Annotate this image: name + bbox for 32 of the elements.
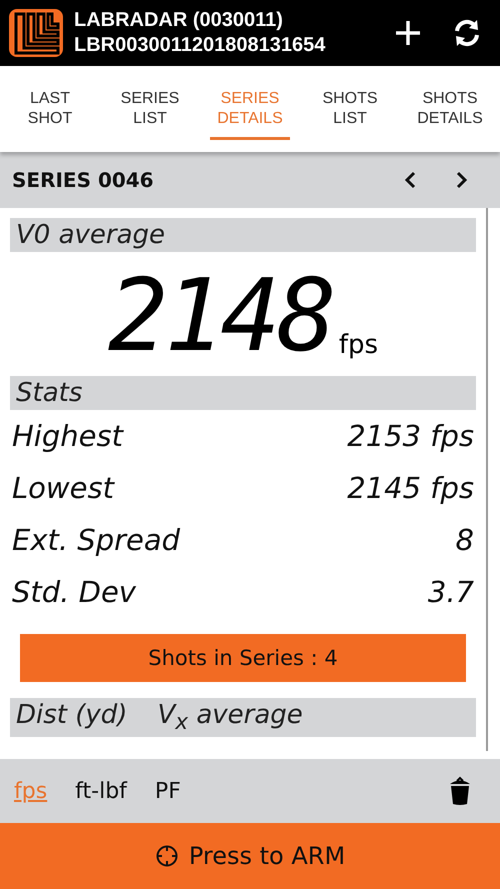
tab[interactable]: SHOTS LIST bbox=[300, 66, 400, 152]
section-heading: Stats bbox=[10, 376, 476, 410]
next-icon[interactable] bbox=[456, 171, 468, 189]
stat-value: 8 bbox=[456, 523, 474, 557]
velocity-unit: fps bbox=[338, 330, 378, 360]
column-header: V$_{x}$ average bbox=[157, 700, 303, 736]
device-title: LABRADAR (0030011) bbox=[74, 8, 284, 33]
previous-icon[interactable] bbox=[404, 171, 416, 189]
logo-icon bbox=[8, 8, 64, 58]
shots-in-series-button[interactable]: Shots in Series : 4 bbox=[20, 634, 466, 682]
column-header: Dist (yd) bbox=[16, 700, 128, 732]
unit-option[interactable]: PF bbox=[154, 778, 191, 804]
arm-button[interactable]: Press to ARM bbox=[0, 823, 500, 889]
trash-icon[interactable] bbox=[448, 776, 472, 806]
refresh-icon[interactable] bbox=[452, 18, 482, 48]
stat-value: 3.7 bbox=[428, 575, 474, 609]
stat-label: Lowest bbox=[12, 471, 114, 505]
tab[interactable]: SHOTS DETAILS bbox=[400, 66, 500, 152]
stat-label: Ext. Spread bbox=[12, 523, 180, 557]
unit-option[interactable]: ft-lbf bbox=[75, 778, 137, 804]
series-title: SERIES 0046 bbox=[12, 168, 155, 192]
crosshair-icon bbox=[154, 844, 179, 868]
stat-label: Highest bbox=[12, 419, 123, 453]
tab[interactable]: LAST SHOT bbox=[0, 66, 100, 152]
velocity-value: 2148 bbox=[108, 266, 333, 366]
stat-value: 2153 fps bbox=[347, 419, 474, 453]
add-icon[interactable] bbox=[394, 19, 422, 47]
tab[interactable]: SERIES LIST bbox=[100, 66, 200, 152]
section-heading: V0 average bbox=[10, 218, 476, 252]
stat-value: 2145 fps bbox=[347, 471, 474, 505]
device-serial: LBR0030011201808131654 bbox=[74, 33, 326, 58]
stat-label: Std. Dev bbox=[12, 575, 136, 609]
